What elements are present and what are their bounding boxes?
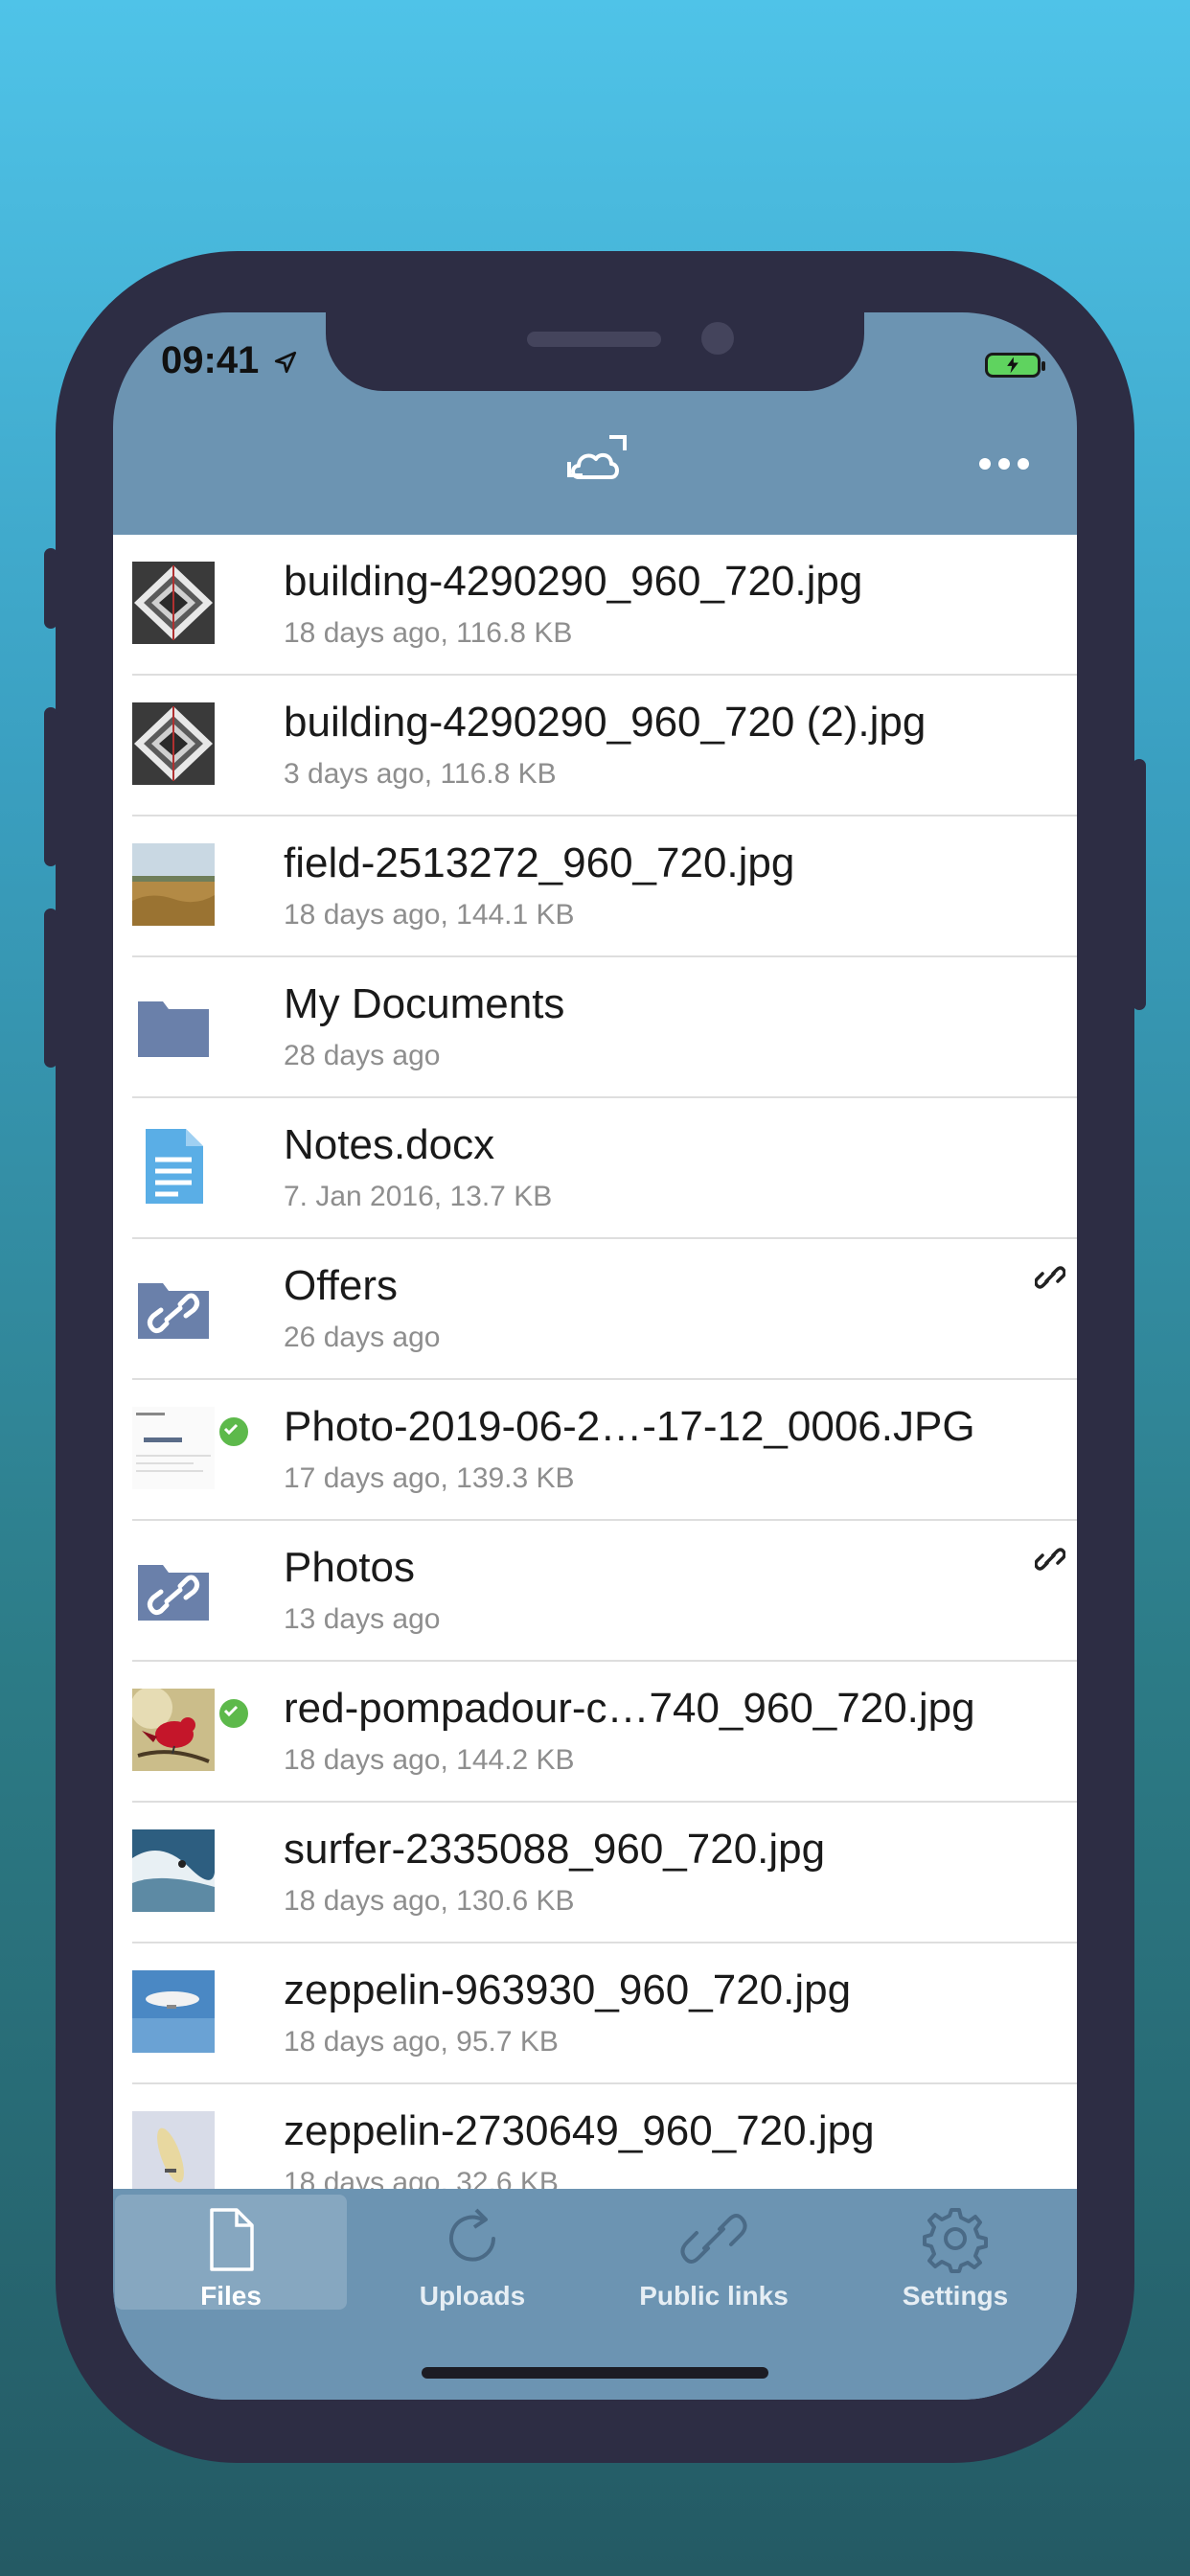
file-row[interactable]: building-4290290_960_720 (2).jpg 3 days a…: [132, 676, 1077, 816]
file-name: red-pompadour-c…740_960_720.jpg: [284, 1685, 975, 1732]
folder-row[interactable]: Offers 26 days ago: [132, 1239, 1077, 1380]
app-header: [113, 391, 1077, 535]
file-name: building-4290290_960_720.jpg: [284, 558, 863, 605]
image-thumbnail: [132, 1689, 215, 1771]
file-icon: [196, 2204, 265, 2273]
location-arrow-icon: [275, 352, 297, 374]
file-row[interactable]: Notes.docx 7. Jan 2016, 13.7 KB: [132, 1098, 1077, 1239]
file-meta: 28 days ago: [284, 1040, 441, 1071]
front-camera: [701, 322, 734, 355]
status-time: 09:41: [161, 339, 298, 382]
file-row[interactable]: building-4290290_960_720.jpg 18 days ago,…: [132, 535, 1077, 676]
file-row[interactable]: red-pompadour-c…740_960_720.jpg 18 days a…: [132, 1662, 1077, 1803]
file-name: surfer-2335088_960_720.jpg: [284, 1826, 826, 1873]
file-name: Photo-2019-06-2…-17-12_0006.JPG: [284, 1403, 975, 1450]
file-name: My Documents: [284, 980, 565, 1027]
file-name: building-4290290_960_720 (2).jpg: [284, 699, 927, 746]
folder-icon: [132, 1548, 215, 1630]
tab-public-links[interactable]: Public links: [598, 2195, 830, 2311]
refresh-icon: [438, 2204, 507, 2273]
gear-icon: [921, 2204, 990, 2273]
file-name: Offers: [284, 1262, 399, 1309]
notch: [326, 312, 864, 391]
folder-icon: [132, 1266, 215, 1348]
file-meta: 18 days ago, 116.8 KB: [284, 617, 573, 649]
file-meta: 18 days ago, 95.7 KB: [284, 2026, 559, 2058]
file-meta: 18 days ago, 144.2 KB: [284, 1744, 575, 1776]
image-thumbnail: [132, 1407, 215, 1489]
tab-files[interactable]: Files: [115, 2195, 347, 2311]
folder-icon: [132, 984, 215, 1067]
tab-label: Settings: [902, 2281, 1009, 2311]
link-icon: [679, 2204, 748, 2273]
file-meta: 18 days ago, 130.6 KB: [284, 1885, 575, 1917]
file-row[interactable]: Photo-2019-06-2…-17-12_0006.JPG 17 days a…: [132, 1380, 1077, 1521]
shared-link-icon: [1034, 1262, 1066, 1293]
file-row[interactable]: surfer-2335088_960_720.jpg 18 days ago, 1…: [132, 1803, 1077, 1944]
silent-switch: [44, 548, 57, 629]
file-row[interactable]: zeppelin-963930_960_720.jpg 18 days ago, …: [132, 1944, 1077, 2084]
file-meta: 18 days ago, 144.1 KB: [284, 899, 575, 931]
more-dots-icon[interactable]: [973, 447, 1035, 477]
folder-row[interactable]: My Documents 28 days ago: [132, 957, 1077, 1098]
file-name: Notes.docx: [284, 1121, 495, 1168]
speaker: [527, 332, 661, 347]
volume-down-button: [44, 908, 57, 1068]
image-thumbnail: [132, 562, 215, 644]
folder-row[interactable]: Photos 13 days ago: [132, 1521, 1077, 1662]
image-thumbnail: [132, 1829, 215, 1912]
battery-icon: [985, 353, 1045, 378]
file-name: zeppelin-963930_960_720.jpg: [284, 1966, 852, 2013]
image-thumbnail: [132, 2111, 215, 2189]
file-meta: 7. Jan 2016, 13.7 KB: [284, 1181, 553, 1212]
tab-settings[interactable]: Settings: [839, 2195, 1071, 2311]
file-meta: 18 days ago, 32.6 KB: [284, 2167, 559, 2189]
synced-check-icon: [217, 1696, 251, 1731]
image-thumbnail: [132, 702, 215, 785]
tab-label: Uploads: [419, 2281, 526, 2311]
file-meta: 3 days ago, 116.8 KB: [284, 758, 557, 790]
shared-link-icon: [1034, 1544, 1066, 1575]
file-row[interactable]: field-2513272_960_720.jpg 18 days ago, 14…: [132, 816, 1077, 957]
phone-screen: 09:41 building-4290290_960_720.jpg 18 day…: [113, 312, 1077, 2400]
tab-label: Public links: [639, 2281, 789, 2311]
charging-bolt-icon: [1007, 356, 1018, 374]
file-meta: 17 days ago, 139.3 KB: [284, 1462, 575, 1494]
volume-up-button: [44, 707, 57, 866]
document-icon: [132, 1125, 215, 1208]
image-thumbnail: [132, 843, 215, 926]
file-meta: 13 days ago: [284, 1603, 441, 1635]
file-meta: 26 days ago: [284, 1322, 441, 1353]
power-button: [1133, 759, 1146, 1010]
file-name: Photos: [284, 1544, 415, 1591]
file-row[interactable]: zeppelin-2730649_960_720.jpg 18 days ago,…: [132, 2084, 1077, 2189]
file-list: building-4290290_960_720.jpg 18 days ago,…: [113, 535, 1077, 2189]
synced-check-icon: [217, 1414, 251, 1449]
home-indicator: [422, 2367, 768, 2379]
image-thumbnail: [132, 1970, 215, 2053]
tab-uploads[interactable]: Uploads: [356, 2195, 588, 2311]
tab-label: Files: [200, 2281, 262, 2311]
file-name: zeppelin-2730649_960_720.jpg: [284, 2107, 875, 2154]
file-name: field-2513272_960_720.jpg: [284, 840, 795, 886]
cloud-sync-icon[interactable]: [565, 433, 629, 496]
